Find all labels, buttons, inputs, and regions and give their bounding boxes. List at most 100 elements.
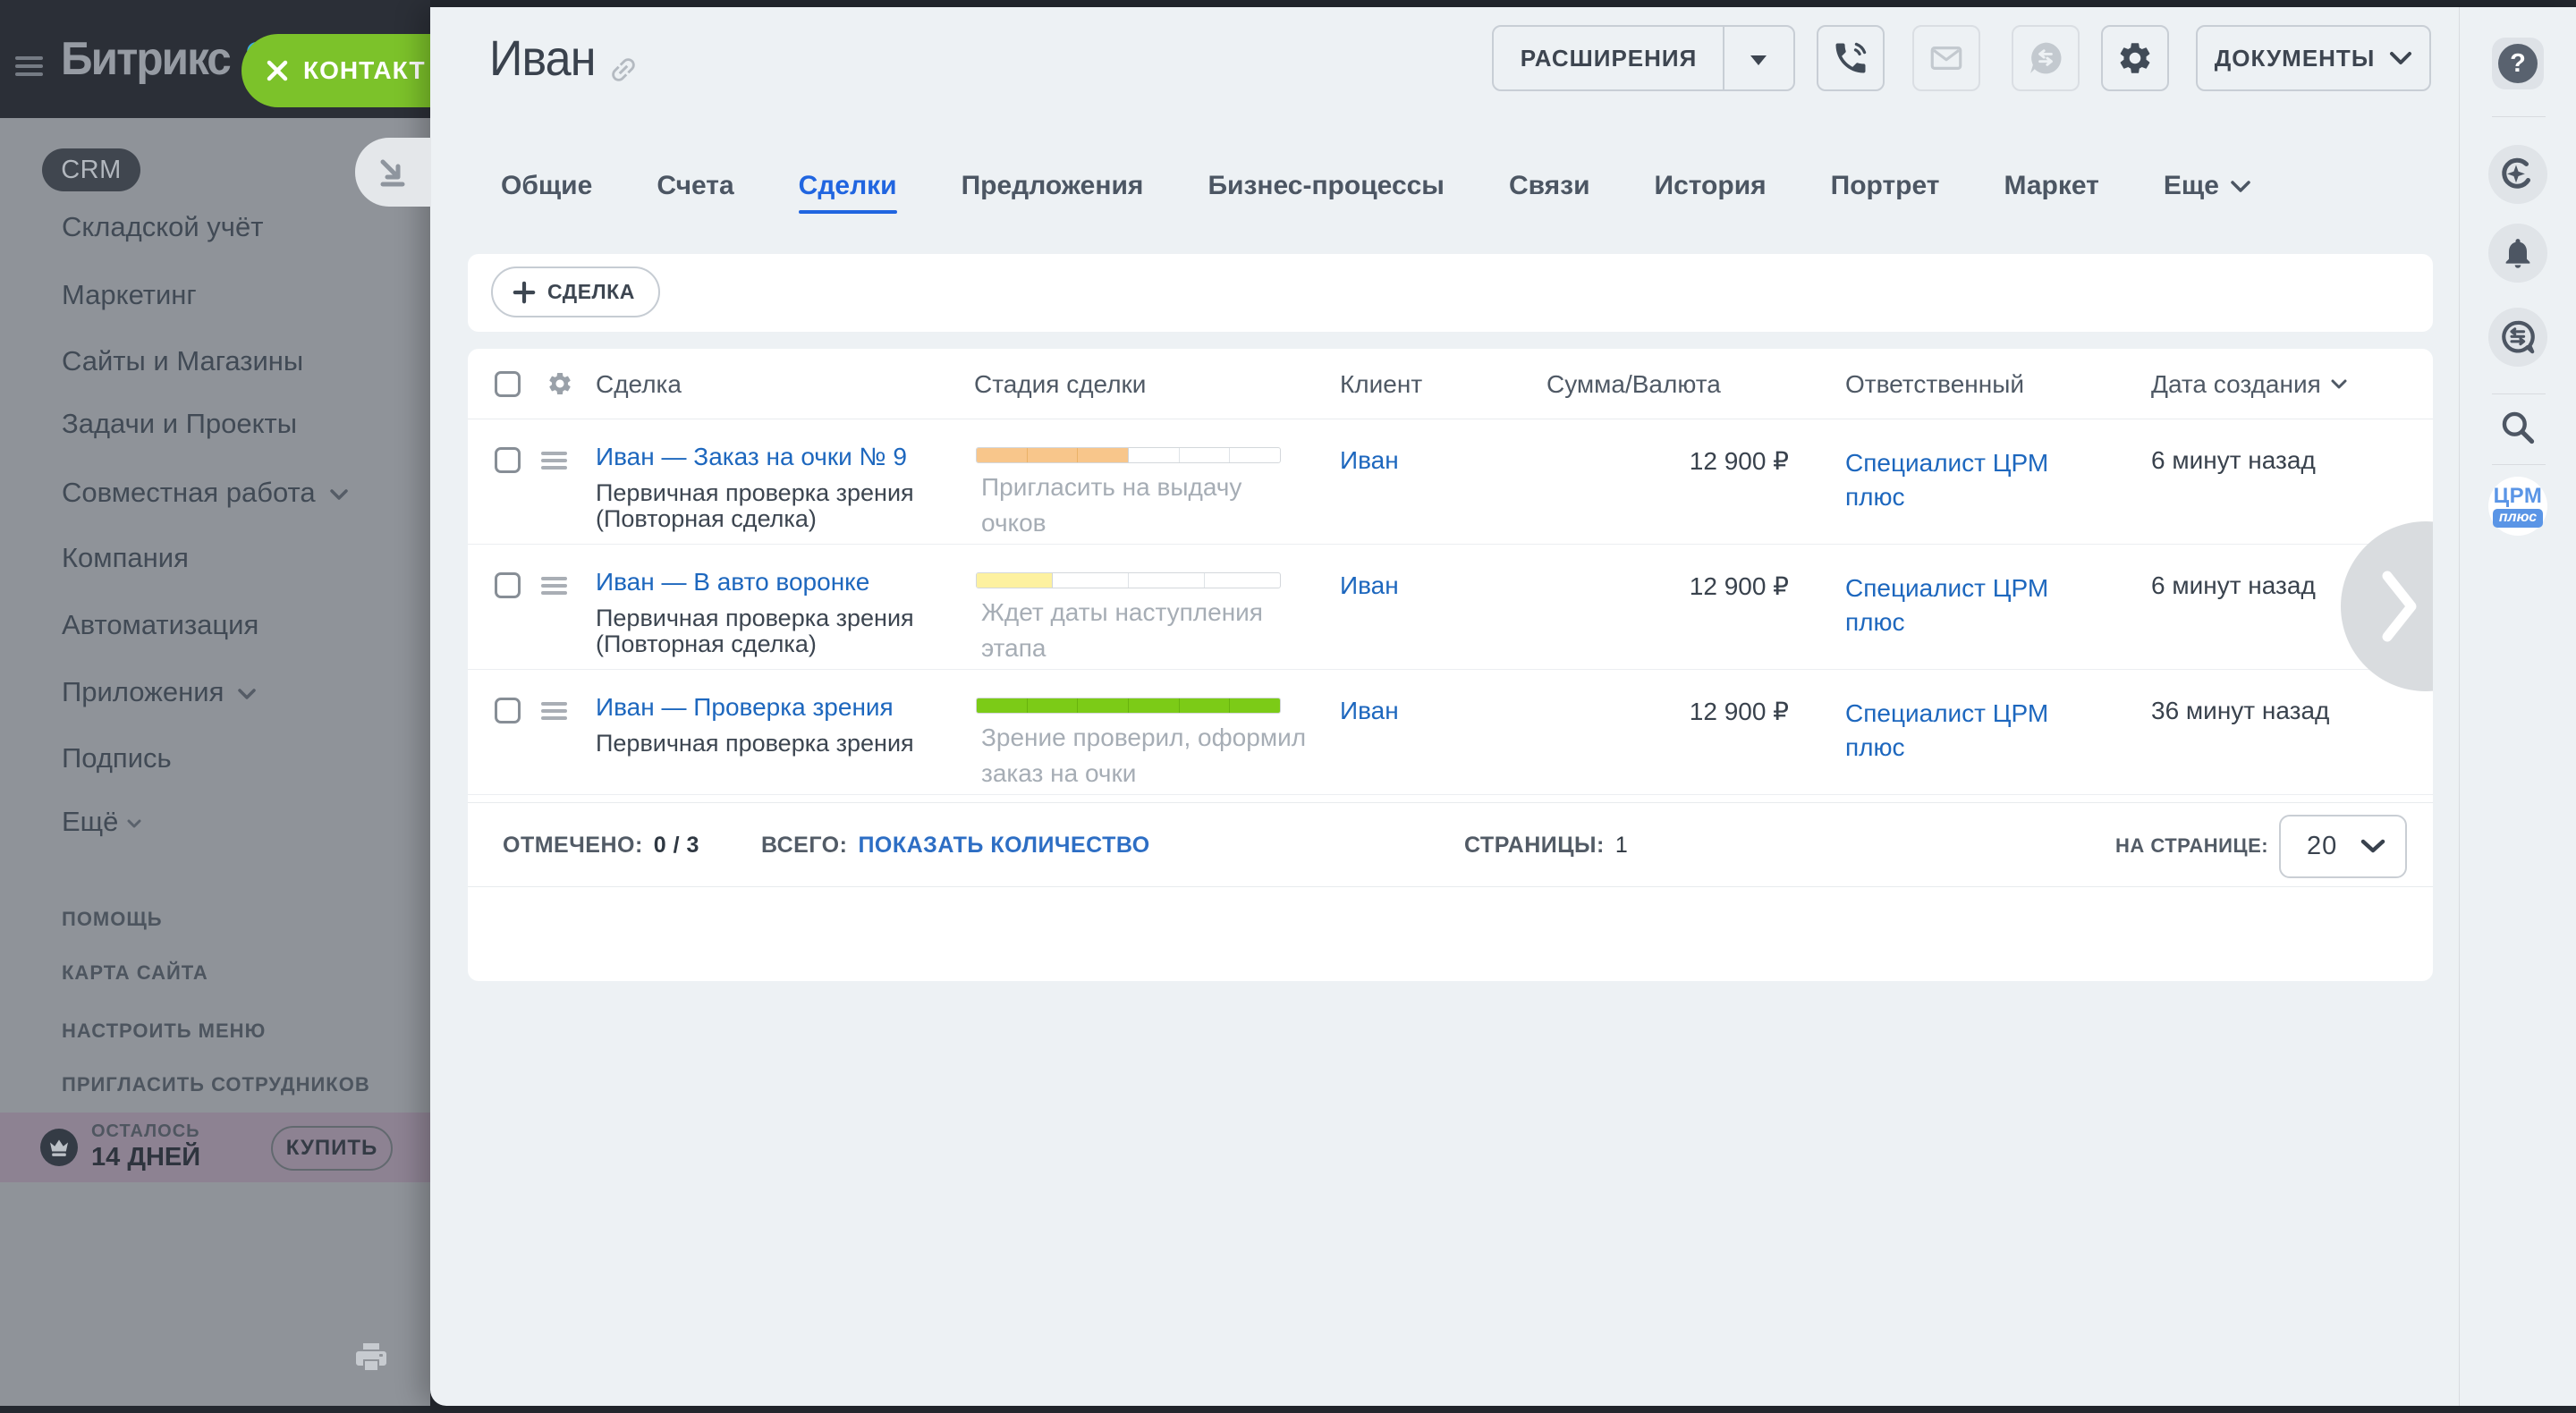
buy-button[interactable]: КУПИТЬ (271, 1126, 393, 1171)
slider-panel: Иван РАСШИРЕНИЯ ДОКУМЕНТЫ Общие Счета Сд… (430, 7, 2576, 1406)
copilot-button[interactable] (2488, 145, 2547, 204)
client-link[interactable]: Иван (1340, 446, 1399, 475)
deals-table: Сделка Стадия сделки Клиент Сумма/Валюта… (468, 349, 2433, 981)
tab-sdelki[interactable]: Сделки (799, 166, 897, 206)
notifications-button[interactable] (2488, 224, 2547, 283)
sidebar-link-invite[interactable]: ПРИГЛАСИТЬ СОТРУДНИКОВ (62, 1071, 370, 1098)
table-header-row: Сделка Стадия сделки Клиент Сумма/Валюта… (468, 349, 2433, 419)
sidebar-item-collab[interactable]: Совместная работа (62, 475, 349, 511)
copilot-icon (2498, 155, 2538, 194)
printer-icon[interactable] (356, 1343, 386, 1376)
mail-button[interactable] (1912, 25, 1980, 91)
deal-subtitle: Первичная проверка зрения(Повторная сдел… (596, 605, 914, 656)
call-button[interactable] (1817, 25, 1885, 91)
responsible-link[interactable]: Специалист ЦРМ плюс (1845, 446, 2078, 514)
responsible-link[interactable]: Специалист ЦРМ плюс (1845, 697, 2078, 765)
per-page-label-text: НА СТРАНИЦЕ: (2115, 834, 2268, 858)
tab-portret[interactable]: Портрет (1831, 166, 1940, 206)
created-date: 36 минут назад (2151, 697, 2329, 725)
responsible-link[interactable]: Специалист ЦРМ плюс (1845, 571, 2078, 639)
add-deal-button[interactable]: СДЕЛКА (491, 267, 660, 317)
column-header-deal[interactable]: Сделка (596, 349, 682, 419)
client-link[interactable]: Иван (1340, 571, 1399, 600)
column-header-created[interactable]: Дата создания (2151, 349, 2348, 419)
messenger-button[interactable] (2488, 308, 2547, 367)
sidebar-item-apps[interactable]: Приложения (62, 674, 257, 710)
sidebar-item-more[interactable]: Ещё (62, 804, 141, 840)
row-checkbox[interactable] (495, 447, 521, 473)
help-button[interactable]: ? (2492, 38, 2544, 89)
row-checkbox[interactable] (495, 572, 521, 598)
tab-istoriya[interactable]: История (1655, 166, 1767, 206)
stage-progress-bar (976, 447, 1281, 463)
tab-market[interactable]: Маркет (2004, 166, 2099, 206)
tab-obshchie[interactable]: Общие (501, 166, 592, 206)
client-link[interactable]: Иван (1340, 697, 1399, 725)
collapse-slider-button[interactable] (355, 138, 431, 207)
settings-button[interactable] (2101, 25, 2169, 91)
crm-plus-logo[interactable]: ЦРМ плюс (2488, 477, 2547, 536)
chat-button[interactable] (2012, 25, 2080, 91)
table-row[interactable]: Иван — Проверка зрения Первичная проверк… (468, 670, 2433, 795)
rail-divider (2492, 393, 2546, 394)
column-header-amount[interactable]: Сумма/Валюта (1546, 349, 1721, 419)
sidebar-item-signature[interactable]: Подпись (62, 740, 172, 776)
crm-badge[interactable]: CRM (42, 148, 140, 191)
row-checkbox[interactable] (495, 698, 521, 723)
extensions-button[interactable]: РАСШИРЕНИЯ (1492, 25, 1795, 91)
question-icon: ? (2498, 44, 2538, 83)
tab-predlozheniya[interactable]: Предложения (962, 166, 1144, 206)
caret-down-icon[interactable] (1750, 55, 1767, 65)
select-all-checkbox[interactable] (495, 371, 521, 397)
total-counter: ВСЕГО: ПОКАЗАТЬ КОЛИЧЕСТВО (761, 803, 1150, 888)
rail-divider (2492, 464, 2546, 465)
page-title: Иван (489, 29, 596, 87)
sidebar-item-label: Ещё (62, 806, 118, 838)
sidebar-item-sklad[interactable]: Складской учёт (62, 209, 263, 245)
sidebar-item-company[interactable]: Компания (62, 540, 189, 576)
sidebar-link-sitemap[interactable]: КАРТА САЙТА (62, 960, 208, 986)
total-label: ВСЕГО: (761, 833, 847, 859)
per-page-select[interactable]: 20 (2279, 815, 2407, 878)
close-icon[interactable] (266, 59, 289, 82)
column-header-client[interactable]: Клиент (1340, 349, 1422, 419)
show-count-link[interactable]: ПОКАЗАТЬ КОЛИЧЕСТВО (858, 833, 1149, 859)
sidebar-link-configure-menu[interactable]: НАСТРОИТЬ МЕНЮ (62, 1018, 266, 1045)
mail-icon (1928, 39, 1965, 77)
sidebar-item-sites[interactable]: Сайты и Магазины (62, 343, 303, 379)
pages-counter: СТРАНИЦЫ: 1 (1464, 803, 1628, 888)
column-header-responsible[interactable]: Ответственный (1845, 349, 2024, 419)
sidebar-item-marketing[interactable]: Маркетинг (62, 277, 197, 313)
deal-amount: 12 900 ₽ (1546, 571, 1789, 601)
column-header-stage[interactable]: Стадия сделки (974, 349, 1146, 419)
chevron-right-icon (2382, 569, 2418, 644)
tab-scheta[interactable]: Счета (657, 166, 733, 206)
bitrix-logo-text: Битрикс (61, 33, 230, 85)
documents-button[interactable]: ДОКУМЕНТЫ (2196, 25, 2431, 91)
tab-more[interactable]: Еще (2164, 166, 2251, 206)
tab-svyazi[interactable]: Связи (1509, 166, 1590, 206)
hamburger-menu-icon[interactable] (15, 56, 43, 76)
pages-label: СТРАНИЦЫ: (1464, 833, 1605, 859)
bitrix-logo[interactable]: Битрикс (61, 32, 230, 86)
drag-handle-icon[interactable] (541, 577, 567, 598)
deal-title-link[interactable]: Иван — Заказ на очки № 9 (596, 443, 907, 471)
tab-biznes-processy[interactable]: Бизнес-процессы (1208, 166, 1445, 206)
sidebar-item-automation[interactable]: Автоматизация (62, 607, 258, 643)
copy-link-icon[interactable] (607, 54, 640, 90)
table-row[interactable]: Иван — В авто воронке Первичная проверка… (468, 545, 2433, 670)
sidebar-item-tasks[interactable]: Задачи и Проекты (62, 406, 297, 442)
deal-subtitle-line: Первичная проверка зрения (596, 605, 914, 631)
drag-handle-icon[interactable] (541, 702, 567, 723)
table-settings-gear-icon[interactable] (547, 370, 573, 402)
table-row[interactable]: Иван — Заказ на очки № 9 Первичная прове… (468, 419, 2433, 545)
drag-handle-icon[interactable] (541, 452, 567, 473)
documents-label: ДОКУМЕНТЫ (2215, 45, 2376, 72)
chevron-down-icon (127, 819, 141, 828)
checked-counter: ОТМЕЧЕНО:0 / 3 (503, 803, 699, 888)
sidebar-link-help[interactable]: ПОМОЩЬ (62, 906, 163, 933)
search-button[interactable] (2498, 408, 2538, 452)
deal-title-link[interactable]: Иван — В авто воронке (596, 568, 869, 597)
pages-value: 1 (1615, 833, 1628, 859)
deal-title-link[interactable]: Иван — Проверка зрения (596, 693, 894, 722)
